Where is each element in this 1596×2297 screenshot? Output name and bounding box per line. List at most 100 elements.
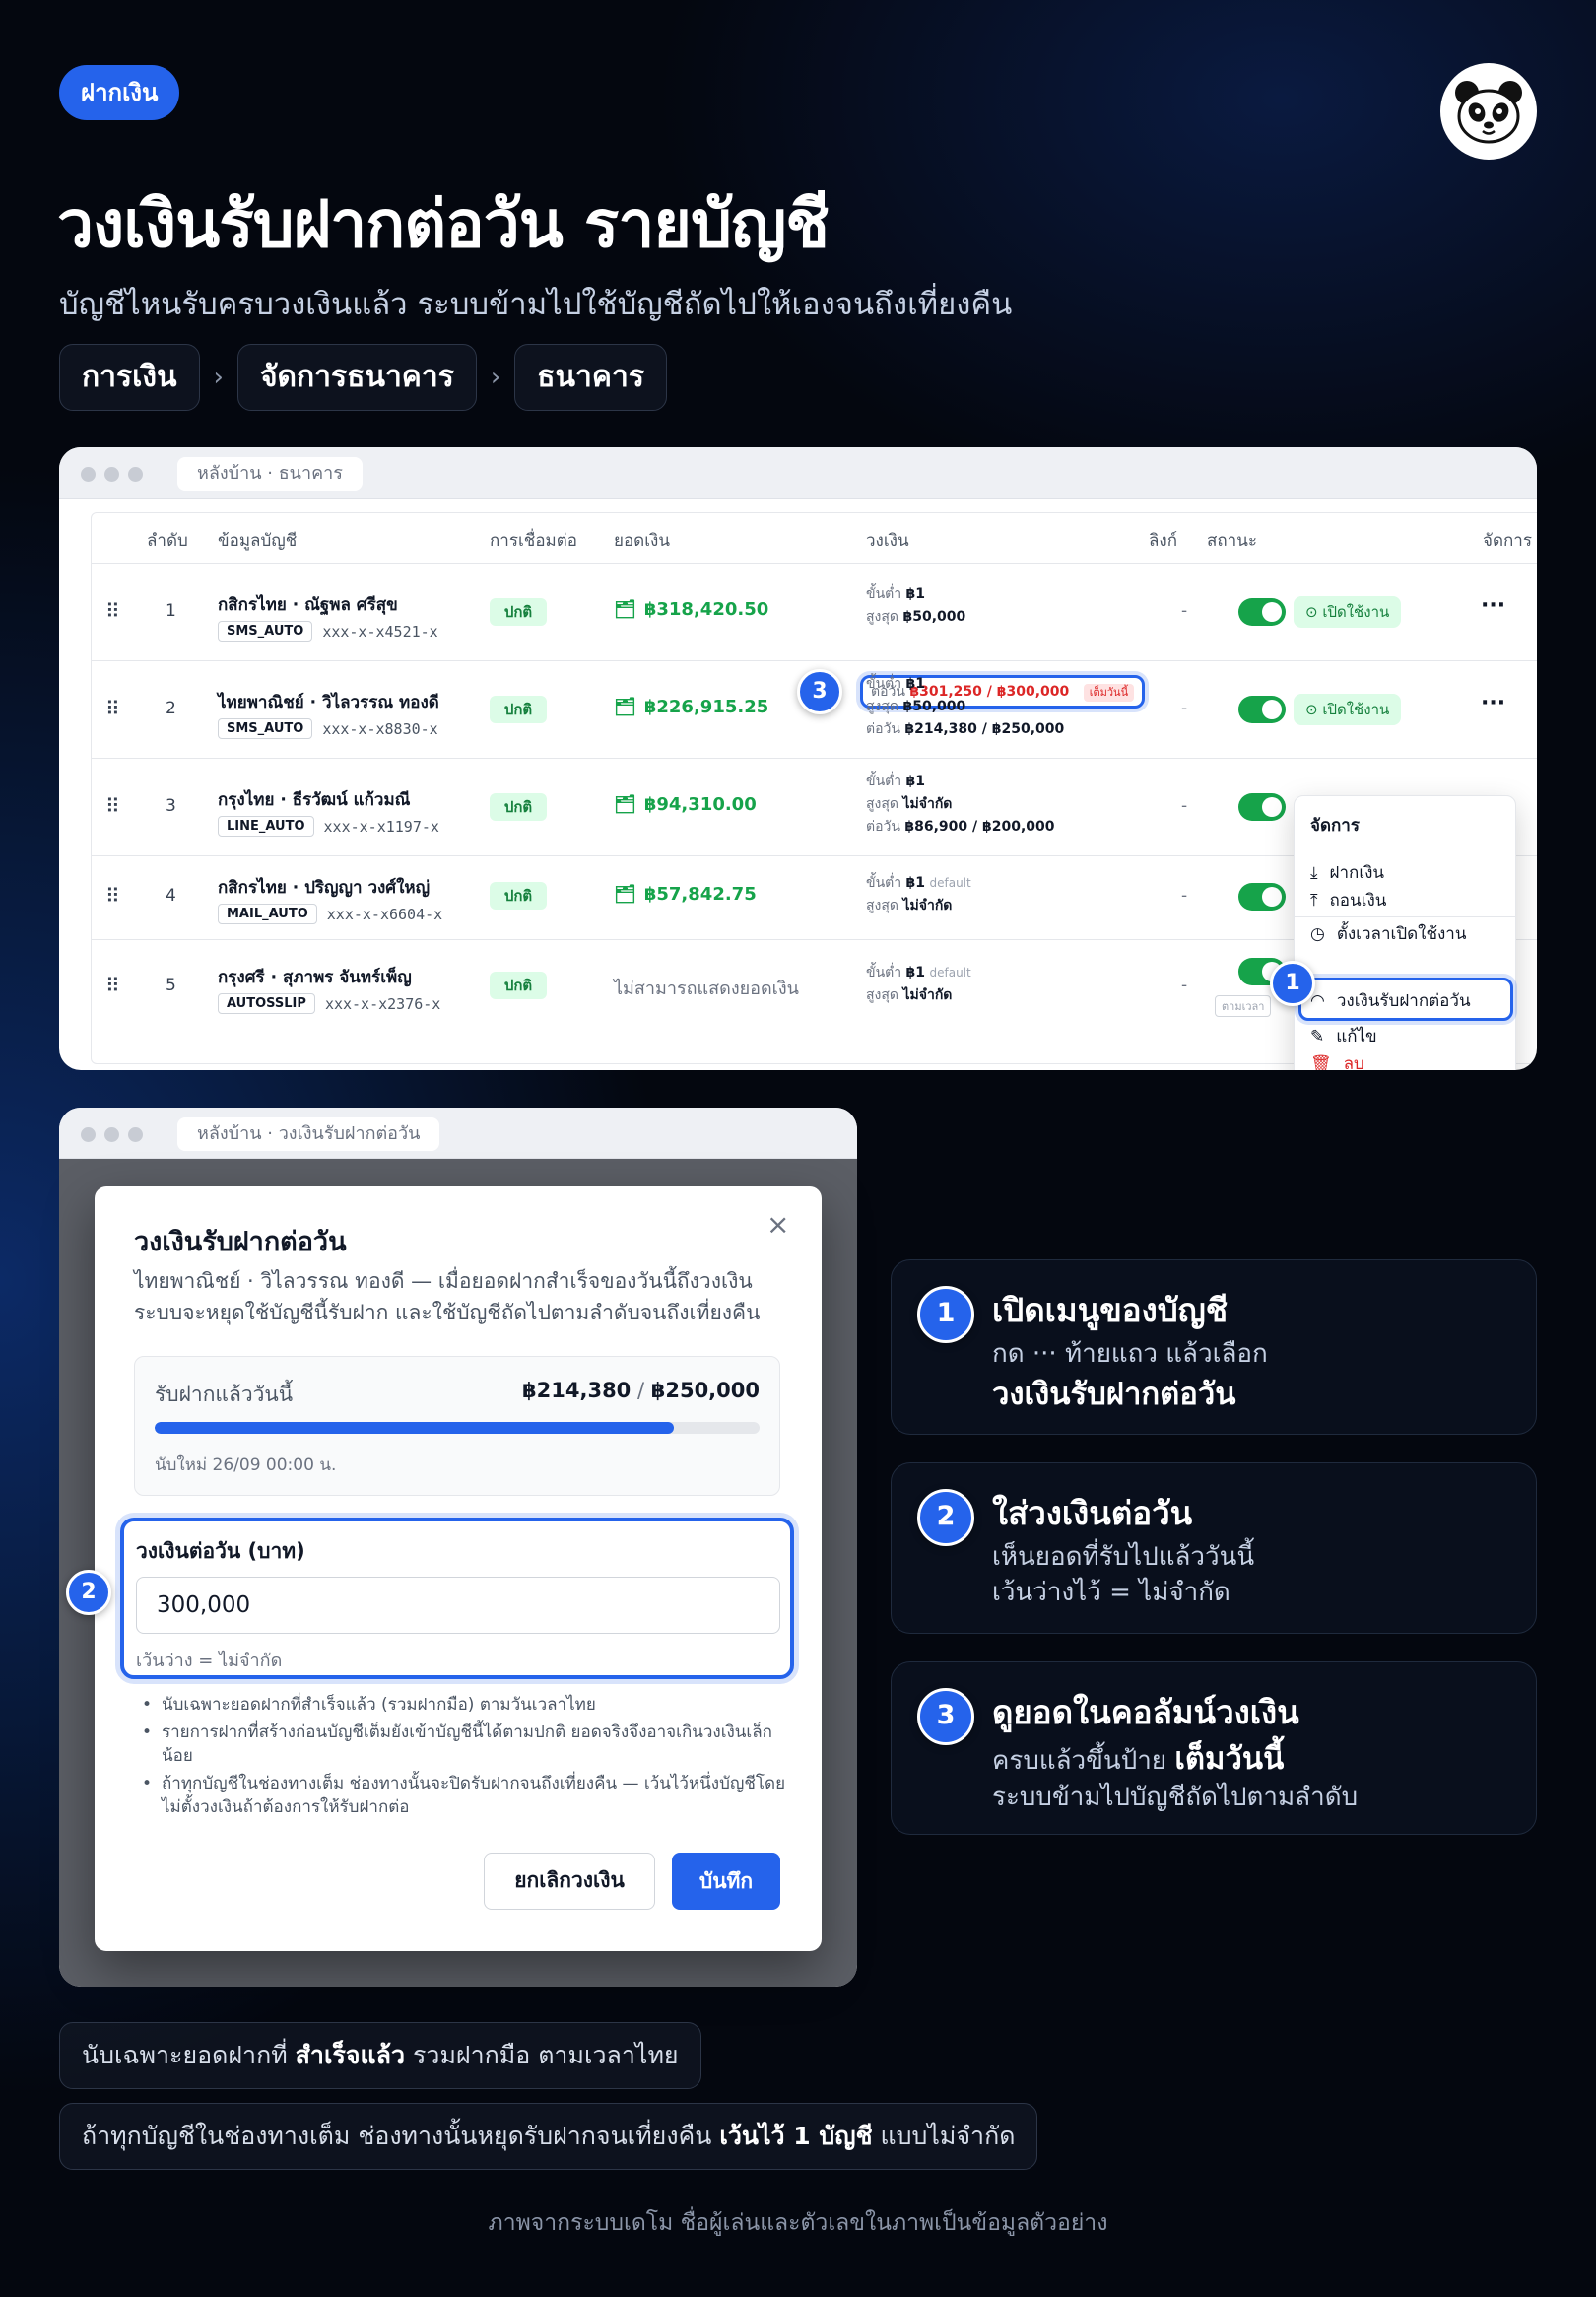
column-header: ลำดับ [147,531,188,551]
connection-badge: ปกติ [490,882,547,910]
status-toggle[interactable] [1238,793,1286,821]
column-header: วงเงิน [866,531,909,551]
received-today-card: รับฝากแล้ววันนี้ ฿214,380 / ฿250,000 นับ… [134,1356,780,1496]
status-label: เปิดใช้งาน [1322,603,1390,621]
url-bar[interactable]: หลังบ้าน · ธนาคาร [177,457,363,491]
received-label: รับฝากแล้ววันนี้ [155,1383,294,1406]
info-note-1: นับเฉพาะยอดฝากที่ สำเร็จแล้ว รวมฝากมือ ต… [59,2022,701,2089]
limit-min-value: ฿1 [905,774,926,789]
account-number: xxx-x-x6604-x [326,905,443,923]
drag-handle-icon[interactable]: ⠿ [105,884,120,908]
step-marker-2: 2 [66,1570,111,1615]
close-icon[interactable]: × [766,1208,789,1241]
step-number: 1 [917,1286,974,1343]
upload-icon: ⤒ [1310,890,1318,911]
drag-handle-icon[interactable]: ⠿ [105,697,120,720]
limit-max-label: สูงสุด [866,699,899,714]
row-index: 4 [166,886,176,906]
menu-item-label: แก้ไข [1336,1027,1377,1047]
account-meta: LINE_AUTO xxx-x-x1197-x [218,816,439,837]
step-card-2: 2 ใส่วงเงินต่อวัน เห็นยอดที่รับไปแล้ววัน… [891,1462,1537,1634]
row-index: 2 [166,699,176,718]
drag-handle-icon[interactable]: ⠿ [105,599,120,623]
page-subtitle: บัญชีไหนรับครบวงเงินแล้ว ระบบข้ามไปใช้บั… [59,287,1013,322]
page-title: วงเงินรับฝากต่อวัน รายบัญชี [57,186,830,262]
menu-item-withdraw[interactable]: ⤒ ถอนเงิน [1310,887,1386,913]
daily-limit-modal: วงเงินรับฝากต่อวัน × ไทยพาณิชย์ · วิไลวร… [95,1186,822,1951]
url-bar[interactable]: หลังบ้าน · วงเงินรับฝากต่อวัน [177,1117,440,1151]
received-value: ฿214,380 [522,1379,632,1402]
limit-daily-label: ต่อวัน [866,721,900,737]
balance-value: ฿57,842.75 [643,884,757,905]
drag-handle-icon[interactable]: ⠿ [105,974,120,997]
account-type-chip: LINE_AUTO [218,816,314,837]
status-toggle[interactable] [1238,883,1286,911]
trash-icon: 🗑 [1310,1053,1332,1071]
status-badge: ⊙ เปิดใช้งาน [1294,694,1402,725]
menu-item-edit[interactable]: ✎ แก้ไข [1310,1023,1377,1049]
progress-bar [155,1422,760,1434]
menu-item-label: วงเงินรับฝากต่อวัน [1336,991,1471,1011]
limit-min-label: ขั้นต่ำ [866,965,902,980]
column-header: ข้อมูลบัญชี [218,531,298,551]
step-text: เห็นยอดที่รับไปแล้ววันนี้ [992,1542,1255,1572]
field-label: วงเงินต่อวัน (บาท) [136,1539,305,1563]
window-dot [104,1127,119,1142]
save-button[interactable]: บันทึก [672,1853,780,1910]
download-icon: ⤓ [1310,862,1318,883]
menu-item-label: ลบ [1343,1054,1364,1070]
more-actions-button[interactable]: ··· [1481,593,1505,618]
breadcrumb-item-bank-manage[interactable]: จัดการธนาคาร [236,344,477,411]
window-titlebar: หลังบ้าน · วงเงินรับฝากต่อวัน [59,1108,857,1159]
status-toggle[interactable] [1238,696,1286,723]
table-row[interactable]: ⠿ 2 ไทยพาณิชย์ · วิไลวรรณ ทองดี SMS_AUTO… [92,661,1537,758]
step-title: ใส่วงเงินต่อวัน [992,1494,1193,1532]
column-header: จัดการ [1483,531,1532,551]
account-type-chip: MAIL_AUTO [218,904,317,924]
table-row[interactable]: ⠿ 1 กสิกรไทย · ณัฐพล ศรีสุข SMS_AUTO xxx… [92,564,1537,660]
wallet-icon: 🗂 [614,599,636,620]
daily-limit-input[interactable]: 300,000 [136,1577,780,1634]
menu-item-label: ฝากเงิน [1329,863,1385,883]
clock-icon: ◷ [1310,923,1325,944]
connection-badge: ปกติ [490,696,547,723]
limit-min-label: ขั้นต่ำ [866,586,902,602]
balance-value: ไม่สามารถแสดงยอดเงิน [614,979,799,999]
step-card-3: 3 ดูยอดในคอลัมน์วงเงิน ครบแล้วขึ้นป้าย เ… [891,1661,1537,1835]
account-meta: AUTOSSLIP xxx-x-x2376-x [218,993,440,1014]
link-cell: - [1181,699,1188,718]
account-meta: MAIL_AUTO xxx-x-x6604-x [218,904,442,924]
step-card-1: 1 เปิดเมนูของบัญชี กด ··· ท้ายแถว แล้วเล… [891,1259,1537,1435]
field-hint: เว้นว่าง = ไม่จำกัด [136,1651,283,1671]
modal-title: วงเงินรับฝากต่อวัน [134,1227,347,1257]
drag-handle-icon[interactable]: ⠿ [105,794,120,818]
connection-badge: ปกติ [490,972,547,999]
received-amount: ฿214,380 / ฿250,000 [522,1379,760,1402]
account-number: xxx-x-x2376-x [324,994,441,1013]
more-actions-button[interactable]: ··· [1481,691,1505,715]
balance: 🗂 ฿57,842.75 [614,884,757,905]
account-name: กรุงไทย · ธีรวัฒน์ แก้วมณี [218,790,411,810]
note-item: ถ้าทุกบัญชีในช่องทางเต็ม ช่องทางนั้นจะปิ… [136,1772,786,1819]
column-header: ยอดเงิน [614,531,670,551]
menu-item-delete[interactable]: 🗑 ลบ [1310,1050,1364,1071]
status-toggle[interactable] [1238,598,1286,626]
breadcrumb-separator: › [490,363,501,392]
cancel-limit-button[interactable]: ยกเลิกวงเงิน [484,1853,655,1910]
limit-max-value: ไม่จำกัด [902,796,953,812]
note-text: นับเฉพาะยอดฝากที่ [82,2041,296,2069]
note-item: นับเฉพาะยอดฝากที่สำเร็จแล้ว (รวมฝากมือ) … [136,1693,786,1717]
step-number: 3 [917,1688,974,1745]
menu-item-deposit[interactable]: ⤓ ฝากเงิน [1310,859,1384,886]
step-text: ครบแล้วขึ้นป้าย เต็มวันนี้ [992,1733,1284,1783]
wallet-icon: 🗂 [614,794,636,815]
menu-item-schedule[interactable]: ◷ ตั้งเวลาเปิดใช้งาน [1310,920,1466,947]
balance-value: ฿226,915.25 [643,697,769,717]
step-text-part: ครบแล้วขึ้นป้าย [992,1746,1175,1776]
breadcrumb-item-finance[interactable]: การเงิน [59,344,200,411]
row-index: 5 [166,976,176,995]
breadcrumb-item-bank[interactable]: ธนาคาร [514,344,667,411]
limit-max-value: ฿50,000 [902,699,966,714]
menu-item-daily-limit[interactable]: ◠ วงเงินรับฝากต่อวัน [1310,987,1471,1014]
breadcrumb-separator: › [213,363,224,392]
